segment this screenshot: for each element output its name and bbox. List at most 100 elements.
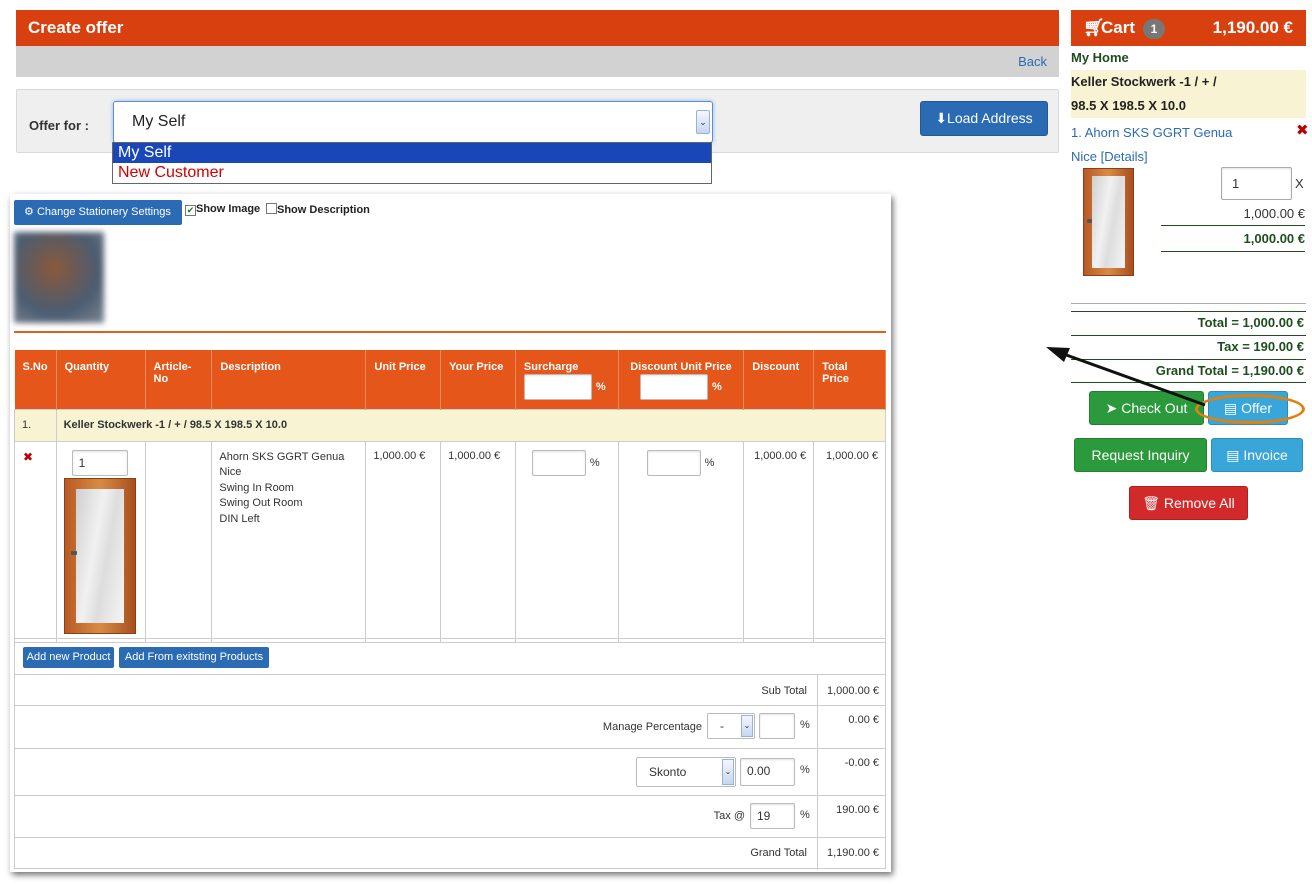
- offer-label: Offer: [1241, 400, 1272, 416]
- skonto-select[interactable]: Skonto ⌄: [636, 757, 736, 787]
- cart-article-name[interactable]: 1. Ahorn SKS GGRT Genua: [1071, 121, 1306, 145]
- group-row-label: Keller Stockwerk -1 / + / 98.5 X 198.5 X…: [55, 408, 887, 442]
- cart-article-link[interactable]: 1. Ahorn SKS GGRT Genua Nice [Details]: [1071, 121, 1306, 169]
- change-stationery-button[interactable]: ⚙ Change Stationery Settings: [14, 200, 182, 225]
- discount-header-input[interactable]: [640, 374, 709, 400]
- col-header-unit-price: Unit Price: [365, 350, 442, 409]
- manage-percentage-select-value: -: [720, 719, 724, 733]
- manage-percentage-label: Manage Percentage: [602, 721, 702, 733]
- skonto-row: Skonto ⌄ 0.00 % -0.00 €: [14, 748, 886, 796]
- table-row: ✖ 1 Ahorn SKS GGRT Genua Nice Swing In R…: [14, 440, 886, 643]
- company-logo-image: [14, 232, 104, 323]
- download-icon: ⬇: [935, 110, 948, 126]
- column-divider: [817, 749, 818, 796]
- cart-home-label: My Home: [1071, 50, 1129, 65]
- cart-title: Cart: [1101, 18, 1136, 37]
- cart-unit-price: 1,000.00 €: [1161, 203, 1305, 226]
- tax-rate-input[interactable]: 19: [750, 803, 795, 829]
- show-image-option[interactable]: ✔ Show Image: [185, 203, 260, 216]
- remove-item-icon[interactable]: ✖: [23, 450, 33, 464]
- item-surcharge-input[interactable]: [531, 449, 586, 476]
- col-header-surcharge: Surcharge %: [515, 350, 619, 409]
- dropdown-option-new-customer[interactable]: New Customer: [113, 163, 711, 183]
- offer-for-label: Offer for :: [29, 118, 89, 133]
- surcharge-header-input[interactable]: [523, 374, 592, 400]
- gear-icon: ⚙: [24, 206, 34, 218]
- sub-total-label: Sub Total: [761, 685, 807, 697]
- remove-cart-item-icon[interactable]: ✖: [1296, 121, 1309, 139]
- skonto-select-value: Skonto: [649, 765, 687, 779]
- door-product-image: [63, 477, 136, 634]
- request-inquiry-button[interactable]: Request Inquiry: [1074, 438, 1207, 472]
- times-label: X: [1295, 176, 1304, 191]
- show-image-label: Show Image: [196, 203, 261, 215]
- show-description-checkbox[interactable]: [266, 203, 277, 214]
- skonto-input[interactable]: 0.00: [740, 758, 795, 786]
- percent-label: %: [595, 380, 606, 393]
- cart-header[interactable]: 🛒︎ Cart 1 1,190.00 €: [1071, 10, 1306, 46]
- column-divider: [817, 796, 818, 838]
- group-row-sno: 1.: [14, 408, 57, 442]
- percent-label: %: [704, 456, 715, 469]
- col-header-quantity: Quantity: [56, 350, 146, 409]
- percent-label: %: [800, 764, 810, 776]
- trash-icon: 🗑︎: [1142, 495, 1161, 511]
- item-description-line: Swing In Room: [219, 481, 294, 494]
- item-total-price: 1,000.00 €: [813, 440, 886, 643]
- percent-label: %: [800, 809, 810, 821]
- annotation-arrow-icon: [1046, 347, 1206, 407]
- header-divider: [14, 331, 886, 333]
- sub-total-value: 1,000.00 €: [827, 685, 879, 697]
- invoice-button[interactable]: ▤ Invoice: [1211, 438, 1303, 472]
- col-header-total-price: Total Price: [813, 350, 886, 409]
- invoice-label: Invoice: [1243, 447, 1288, 463]
- item-description-line: Ahorn SKS GGRT Genua: [219, 450, 345, 463]
- item-description-line: Nice: [219, 466, 242, 478]
- column-divider: [817, 838, 818, 870]
- list-icon: ▤: [1226, 447, 1240, 463]
- cart-group-line: 98.5 X 198.5 X 10.0: [1071, 98, 1186, 113]
- load-address-button[interactable]: ⬇Load Address: [920, 101, 1048, 136]
- cart-total: 1,190.00 €: [1212, 18, 1293, 37]
- percent-label: %: [712, 380, 722, 393]
- chevron-down-icon[interactable]: ⌄: [696, 110, 710, 134]
- manage-percentage-select[interactable]: - ⌄: [707, 713, 755, 739]
- show-description-option[interactable]: Show Description: [266, 203, 370, 216]
- col-header-discount: Discount: [743, 350, 815, 409]
- offer-button[interactable]: ▤ Offer: [1208, 391, 1288, 425]
- offer-items-table: S.No Quantity Article-No Description Uni…: [14, 350, 887, 643]
- back-link[interactable]: Back: [1018, 54, 1047, 69]
- remove-all-label: Remove All: [1163, 495, 1235, 511]
- skonto-value: -0.00 €: [844, 757, 879, 769]
- sub-total-row: Sub Total 1,000.00 €: [14, 674, 886, 706]
- column-divider: [817, 706, 818, 749]
- chevron-down-icon: ⌄: [722, 759, 734, 785]
- col-header-discount-unit-price: Discount Unit Price %: [618, 350, 745, 409]
- col-header-your-price: Your Price: [440, 350, 516, 409]
- show-description-label: Show Description: [277, 204, 370, 216]
- item-description: Ahorn SKS GGRT Genua Nice Swing In Room …: [211, 440, 367, 643]
- show-image-checkbox[interactable]: ✔: [185, 205, 196, 216]
- cart-door-image: [1083, 168, 1134, 276]
- change-stationery-label: Change Stationery Settings: [36, 206, 171, 218]
- item-quantity-input[interactable]: 1: [71, 449, 128, 476]
- item-unit-price: 1,000.00 €: [365, 440, 442, 643]
- cart-line-total: 1,000.00 €: [1161, 228, 1305, 252]
- dropdown-option-my-self[interactable]: My Self: [113, 143, 711, 163]
- tax-row: Tax @ 19 % 190.00 €: [14, 795, 886, 838]
- tax-label: Tax @: [713, 810, 745, 822]
- manage-percentage-input[interactable]: [759, 713, 795, 739]
- column-divider: [817, 675, 818, 706]
- table-header-row: S.No Quantity Article-No Description Uni…: [14, 350, 886, 409]
- cart-divider: [1071, 303, 1306, 311]
- group-row: 1. Keller Stockwerk -1 / + / 98.5 X 198.…: [14, 408, 887, 442]
- grand-total-row: Grand Total 1,190.00 €: [14, 837, 886, 870]
- item-discount-input[interactable]: [646, 449, 701, 476]
- cart-article-details-link[interactable]: Nice [Details]: [1071, 145, 1306, 169]
- offer-for-select[interactable]: My Self ⌄: [113, 101, 713, 143]
- item-your-price: 1,000.00 €: [440, 440, 516, 643]
- cart-quantity-input[interactable]: 1: [1221, 167, 1292, 200]
- remove-all-button[interactable]: 🗑︎ Remove All: [1129, 486, 1248, 520]
- col-header-sno: S.No: [14, 350, 57, 409]
- offer-for-selected-value: My Self: [132, 113, 186, 130]
